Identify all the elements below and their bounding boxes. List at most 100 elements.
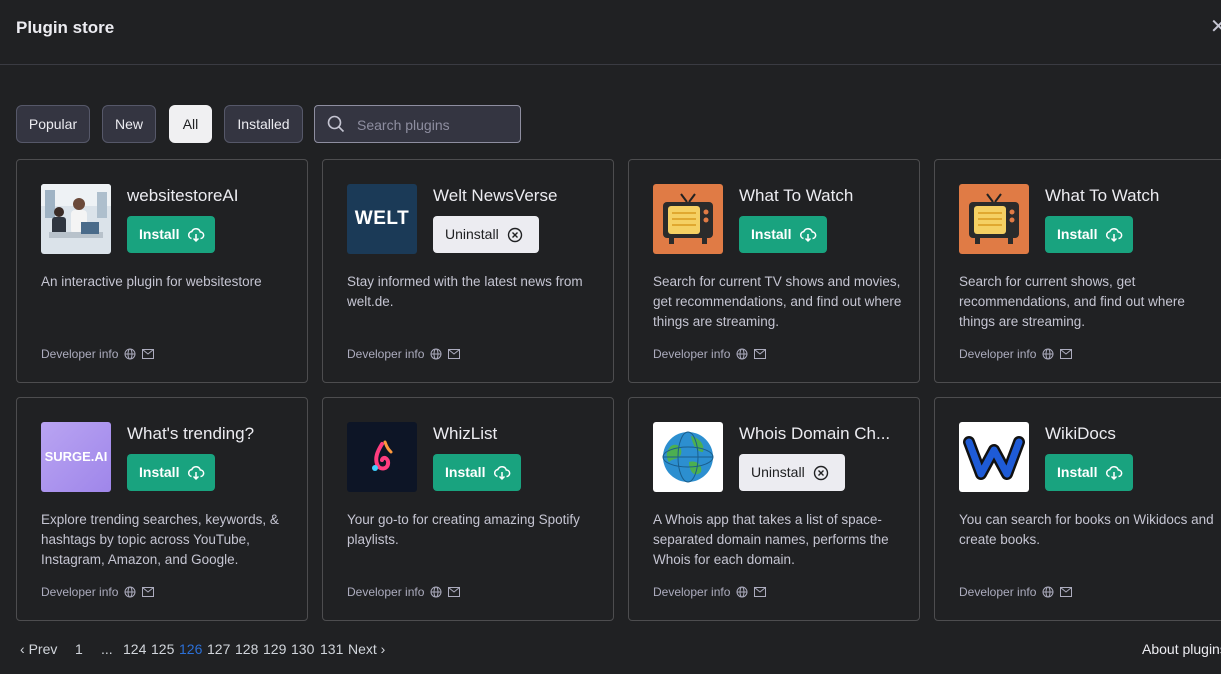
plugin-name: What's trending? bbox=[127, 424, 255, 443]
plugin-description: Search for current shows, get recommenda… bbox=[959, 274, 1185, 329]
uninstall-label: Uninstall bbox=[751, 464, 805, 480]
install-label: Install bbox=[1057, 226, 1098, 242]
developer-info-label: Developer info bbox=[41, 585, 119, 599]
uninstall-button[interactable]: Uninstall bbox=[433, 216, 539, 253]
developer-info: Developer info bbox=[347, 347, 466, 361]
plugin-card-what-to-watch-2: What To Watch Install Search for current… bbox=[934, 159, 1221, 383]
plugin-card-welt-newsverse: WELT Welt NewsVerse Uninstall Stay infor… bbox=[322, 159, 614, 383]
page-link[interactable]: 130 bbox=[291, 641, 314, 657]
developer-info-label: Developer info bbox=[959, 347, 1037, 361]
cloud-download-icon bbox=[493, 465, 511, 481]
plugin-description: You can search for books on Wikidocs and… bbox=[959, 512, 1214, 547]
plugin-name: websitestoreAI bbox=[127, 186, 239, 205]
install-label: Install bbox=[139, 464, 180, 480]
install-button[interactable]: Install bbox=[127, 216, 215, 253]
developer-info: Developer info bbox=[653, 585, 772, 599]
mail-icon[interactable] bbox=[754, 587, 767, 597]
prev-button[interactable]: ‹ Prev bbox=[20, 641, 57, 657]
mail-icon[interactable] bbox=[1060, 587, 1073, 597]
tab-new[interactable]: New bbox=[102, 105, 156, 143]
search-input[interactable] bbox=[355, 114, 514, 136]
search-box bbox=[314, 105, 521, 143]
globe-icon[interactable] bbox=[1042, 348, 1054, 360]
tab-installed[interactable]: Installed bbox=[224, 105, 303, 143]
developer-info-label: Developer info bbox=[347, 585, 425, 599]
install-button[interactable]: Install bbox=[1045, 454, 1133, 491]
developer-info: Developer info bbox=[347, 585, 466, 599]
about-plugins-link[interactable]: About plugins bbox=[1142, 641, 1221, 657]
developer-info: Developer info bbox=[959, 347, 1078, 361]
page-link[interactable]: 129 bbox=[263, 641, 286, 657]
tab-popular[interactable]: Popular bbox=[16, 105, 90, 143]
page-link-current[interactable]: 126 bbox=[179, 641, 202, 657]
page-link[interactable]: 124 bbox=[123, 641, 146, 657]
developer-info-label: Developer info bbox=[653, 347, 731, 361]
next-button[interactable]: Next › bbox=[348, 641, 385, 657]
install-label: Install bbox=[1057, 464, 1098, 480]
uninstall-button[interactable]: Uninstall bbox=[739, 454, 845, 491]
page-title: Plugin store bbox=[16, 18, 115, 37]
surge-logo-text: SURGE.AI bbox=[44, 449, 108, 464]
plugin-description: A Whois app that takes a list of space-s… bbox=[653, 512, 889, 567]
globe-icon[interactable] bbox=[430, 586, 442, 598]
tab-all[interactable]: All bbox=[169, 105, 212, 143]
mail-icon[interactable] bbox=[142, 587, 155, 597]
x-circle-icon bbox=[507, 227, 523, 243]
developer-info: Developer info bbox=[41, 585, 160, 599]
plugin-name: Welt NewsVerse bbox=[433, 186, 558, 205]
plugin-name: What To Watch bbox=[739, 186, 854, 205]
uninstall-label: Uninstall bbox=[445, 226, 499, 242]
plugin-card-whois-domain-checker: Whois Domain Ch... Uninstall A Whois app… bbox=[628, 397, 920, 621]
mail-icon[interactable] bbox=[448, 349, 461, 359]
globe-icon[interactable] bbox=[1042, 586, 1054, 598]
page-ellipsis: ... bbox=[101, 641, 113, 657]
install-button[interactable]: Install bbox=[1045, 216, 1133, 253]
cloud-download-icon bbox=[187, 227, 205, 243]
plugin-logo bbox=[959, 184, 1029, 254]
plugin-description: Your go-to for creating amazing Spotify … bbox=[347, 512, 580, 547]
plugin-name: Whois Domain Ch... bbox=[739, 424, 891, 443]
plugin-logo bbox=[347, 422, 417, 492]
header: Plugin store ✕ bbox=[0, 0, 1221, 65]
plugin-description: An interactive plugin for websitestore bbox=[41, 274, 262, 289]
developer-info-label: Developer info bbox=[959, 585, 1037, 599]
plugin-description: Search for current TV shows and movies, … bbox=[653, 274, 902, 329]
page-link[interactable]: 127 bbox=[207, 641, 230, 657]
close-icon[interactable]: ✕ bbox=[1210, 14, 1221, 39]
plugin-logo bbox=[653, 422, 723, 492]
plugin-name: WhizList bbox=[433, 424, 498, 443]
install-label: Install bbox=[139, 226, 180, 242]
developer-info-label: Developer info bbox=[347, 347, 425, 361]
mail-icon[interactable] bbox=[754, 349, 767, 359]
globe-icon[interactable] bbox=[124, 586, 136, 598]
cloud-download-icon bbox=[799, 227, 817, 243]
cloud-download-icon bbox=[1105, 465, 1123, 481]
developer-info: Developer info bbox=[41, 347, 160, 361]
install-label: Install bbox=[445, 464, 486, 480]
globe-icon[interactable] bbox=[736, 586, 748, 598]
install-button[interactable]: Install bbox=[127, 454, 215, 491]
page-link[interactable]: 128 bbox=[235, 641, 258, 657]
globe-icon[interactable] bbox=[430, 348, 442, 360]
plugin-card-wikidocs: WikiDocs Install You can search for book… bbox=[934, 397, 1221, 621]
prev-label: Prev bbox=[28, 641, 58, 657]
developer-info-label: Developer info bbox=[653, 585, 731, 599]
page-link[interactable]: 1 bbox=[75, 641, 83, 657]
install-button[interactable]: Install bbox=[739, 216, 827, 253]
mail-icon[interactable] bbox=[142, 349, 155, 359]
cloud-download-icon bbox=[187, 465, 205, 481]
plugin-card-what-to-watch: What To Watch Install Search for current… bbox=[628, 159, 920, 383]
plugin-card-whats-trending: SURGE.AI What's trending? Install Explor… bbox=[16, 397, 308, 621]
cloud-download-icon bbox=[1105, 227, 1123, 243]
plugin-logo bbox=[653, 184, 723, 254]
mail-icon[interactable] bbox=[448, 587, 461, 597]
globe-icon[interactable] bbox=[124, 348, 136, 360]
globe-icon[interactable] bbox=[736, 348, 748, 360]
search-icon bbox=[327, 115, 345, 133]
page-link[interactable]: 125 bbox=[151, 641, 174, 657]
mail-icon[interactable] bbox=[1060, 349, 1073, 359]
welt-logo-text: WELT bbox=[354, 208, 410, 229]
page-link[interactable]: 131 bbox=[320, 641, 343, 657]
plugin-logo bbox=[41, 184, 111, 254]
install-button[interactable]: Install bbox=[433, 454, 521, 491]
